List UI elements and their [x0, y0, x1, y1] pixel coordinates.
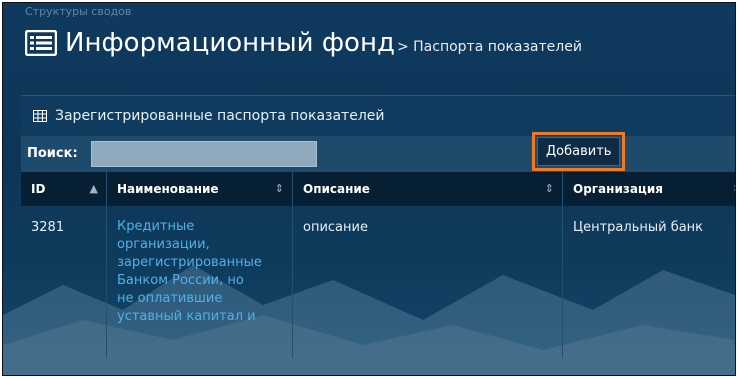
toolbar: Поиск: Добавить [21, 132, 735, 172]
table-row: 3281 Кредитные организации, зарегистриро… [21, 206, 735, 358]
column-header-description[interactable]: Описание ⇕ [293, 172, 563, 206]
search-input[interactable] [91, 141, 317, 167]
column-header-id[interactable]: ID ▲ [21, 172, 107, 206]
page-title-sub[interactable]: > Паспорта показателей [397, 39, 582, 55]
page-title: Информационный фонд > Паспорта показател… [25, 23, 582, 63]
table-header: ID▲ Наименование⇕ Описание⇕ Организация⇕ [21, 172, 735, 206]
cell-description: описание [293, 206, 563, 358]
list-icon [25, 30, 57, 56]
passports-panel: Зарегистрированные паспорта показателей … [21, 95, 735, 375]
page-title-main: Информационный фонд [65, 28, 395, 58]
sort-icon: ⇕ [732, 182, 735, 195]
column-header-name[interactable]: Наименование ⇕ [107, 172, 293, 206]
cell-organization: Центральный банк [573, 220, 704, 235]
add-button-highlight: Добавить [532, 132, 626, 171]
column-header-organization[interactable]: Организация⇕ [563, 172, 735, 206]
panel-title: Зарегистрированные паспорта показателей [55, 108, 385, 124]
cell-name-link[interactable]: Кредитные организации, зарегистрированны… [107, 206, 293, 358]
breadcrumb[interactable]: Структуры сводов [25, 5, 131, 18]
app-frame: Структуры сводов Информационный фонд > П… [2, 2, 736, 376]
sort-icon: ⇕ [274, 182, 284, 195]
cell-id: 3281 [21, 206, 107, 358]
search-label: Поиск: [27, 146, 78, 161]
sort-icon: ⇕ [544, 182, 554, 195]
panel-header: Зарегистрированные паспорта показателей [21, 95, 735, 136]
table-icon [33, 110, 47, 122]
add-button[interactable]: Добавить [537, 137, 621, 166]
sort-asc-icon: ▲ [89, 182, 98, 195]
